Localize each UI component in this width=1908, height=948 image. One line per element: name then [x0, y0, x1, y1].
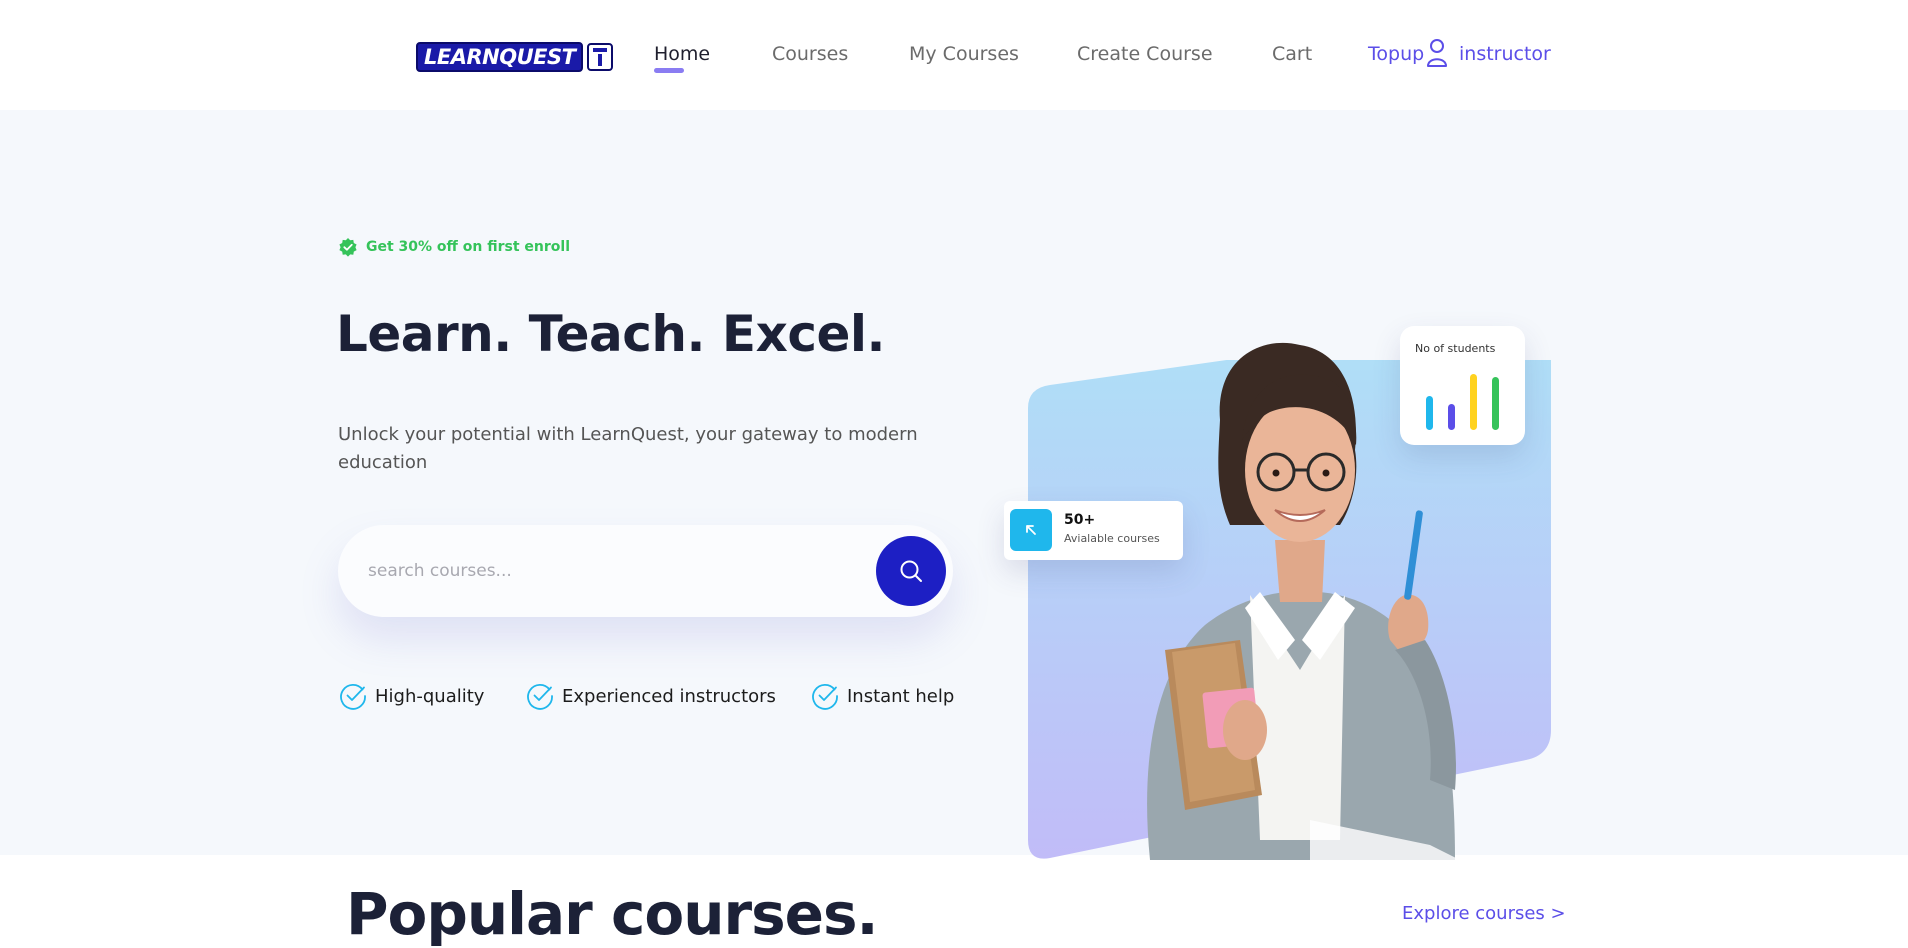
logo-mark-icon: [587, 43, 614, 71]
logo-text: LEARNQUEST: [416, 42, 584, 72]
students-bar: [1492, 377, 1499, 430]
students-bar: [1426, 396, 1433, 430]
nav-create-course[interactable]: Create Course: [1077, 43, 1213, 65]
students-label: No of students: [1415, 342, 1496, 355]
available-courses-card: 50+ Avialable courses: [1004, 501, 1183, 560]
courses-label: Avialable courses: [1064, 532, 1160, 545]
check-circle-icon: [812, 683, 838, 710]
search-button[interactable]: [876, 536, 946, 606]
courses-count: 50+: [1064, 512, 1096, 528]
check-circle-icon: [527, 683, 553, 710]
popular-courses-title: Popular courses.: [346, 880, 879, 948]
hero-title: Learn. Teach. Excel.: [336, 305, 886, 363]
nav-instructor[interactable]: instructor: [1459, 43, 1551, 65]
offer-badge: Get 30% off on first enroll: [338, 237, 570, 257]
hero-section: Get 30% off on first enroll Learn. Teach…: [0, 110, 1908, 860]
learnquest-logo[interactable]: LEARNQUEST: [416, 42, 614, 72]
feature-experienced-instructors: Experienced instructors: [525, 681, 776, 711]
feature-high-quality: High-quality: [338, 681, 484, 711]
feature-label: Instant help: [847, 685, 955, 707]
feature-instant-help: Instant help: [810, 681, 954, 711]
nav-topup[interactable]: Topup: [1368, 43, 1424, 65]
search-icon: [900, 560, 922, 582]
feature-label: Experienced instructors: [562, 685, 776, 707]
feature-label: High-quality: [375, 685, 485, 707]
top-navigation-bar: LEARNQUEST Home Courses My Courses Creat…: [0, 0, 1908, 110]
nav-home[interactable]: Home: [654, 43, 710, 65]
arrow-up-left-icon: [1010, 509, 1052, 551]
nav-cart[interactable]: Cart: [1272, 43, 1312, 65]
search-bar: [338, 525, 953, 617]
user-icon[interactable]: [1426, 38, 1448, 68]
hero-subtitle: Unlock your potential with LearnQuest, y…: [338, 424, 918, 473]
offer-text: Get 30% off on first enroll: [366, 239, 570, 255]
explore-courses-link[interactable]: Explore courses >: [1402, 903, 1566, 924]
nav-courses[interactable]: Courses: [772, 43, 848, 65]
verified-badge-icon: [339, 238, 357, 257]
nav-my-courses[interactable]: My Courses: [909, 43, 1019, 65]
students-bar: [1448, 404, 1455, 430]
students-stat-card: No of students: [1400, 326, 1525, 445]
nav-active-indicator: [654, 68, 684, 73]
search-input[interactable]: [368, 525, 888, 617]
students-bar: [1470, 374, 1477, 430]
check-circle-icon: [340, 683, 366, 710]
